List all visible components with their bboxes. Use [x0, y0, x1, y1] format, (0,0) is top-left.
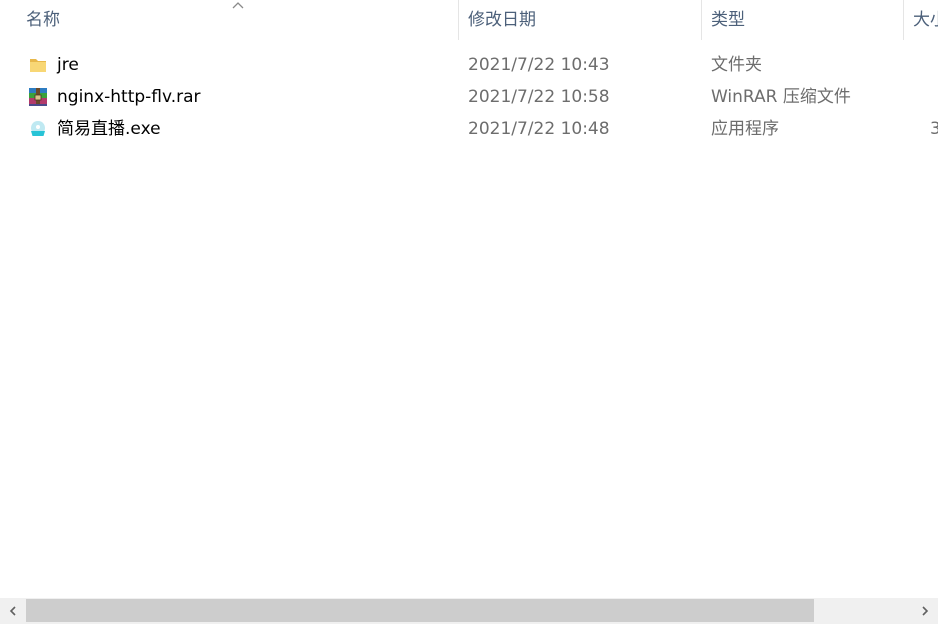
horizontal-scrollbar[interactable] — [0, 598, 938, 624]
file-type: WinRAR 压缩文件 — [711, 87, 851, 107]
chevron-right-icon — [922, 606, 929, 616]
file-size — [930, 49, 938, 81]
scroll-left-button[interactable] — [0, 598, 26, 624]
column-header-size[interactable]: 大小 — [903, 0, 938, 42]
file-date: 2021/7/22 10:48 — [468, 119, 610, 139]
column-header-size-label: 大小 — [913, 10, 938, 30]
scrollbar-thumb[interactable] — [26, 599, 814, 622]
file-row-exe[interactable]: 简易直播.exe 2021/7/22 10:48 应用程序 3 — [0, 113, 938, 145]
file-row-jre[interactable]: jre 2021/7/22 10:43 文件夹 — [0, 49, 938, 81]
file-date: 2021/7/22 10:43 — [468, 55, 610, 75]
file-list: jre 2021/7/22 10:43 文件夹 nginx-http-flv.r… — [0, 49, 938, 145]
scroll-right-button[interactable] — [912, 598, 938, 624]
chevron-left-icon — [9, 606, 16, 616]
file-size — [930, 81, 938, 113]
chevron-up-icon — [232, 2, 244, 9]
column-header-name-label: 名称 — [26, 10, 60, 30]
file-name: 简易直播.exe — [57, 119, 161, 139]
file-name: nginx-http-flv.rar — [57, 87, 201, 107]
column-header-date-label: 修改日期 — [468, 10, 536, 30]
column-header-type[interactable]: 类型 — [701, 0, 903, 42]
file-name: jre — [57, 55, 79, 75]
file-size: 3 — [930, 119, 938, 139]
file-row-nginx-http-flv[interactable]: nginx-http-flv.rar 2021/7/22 10:58 WinRA… — [0, 81, 938, 113]
file-type: 文件夹 — [711, 55, 762, 75]
column-header-bar: 名称 修改日期 类型 大小 — [0, 0, 938, 42]
file-explorer-list-view: 名称 修改日期 类型 大小 jre 2021/7/22 10:43 — [0, 0, 938, 624]
file-type: 应用程序 — [711, 119, 779, 139]
column-header-date[interactable]: 修改日期 — [458, 0, 700, 42]
column-header-type-label: 类型 — [711, 10, 745, 30]
file-date: 2021/7/22 10:58 — [468, 87, 610, 107]
